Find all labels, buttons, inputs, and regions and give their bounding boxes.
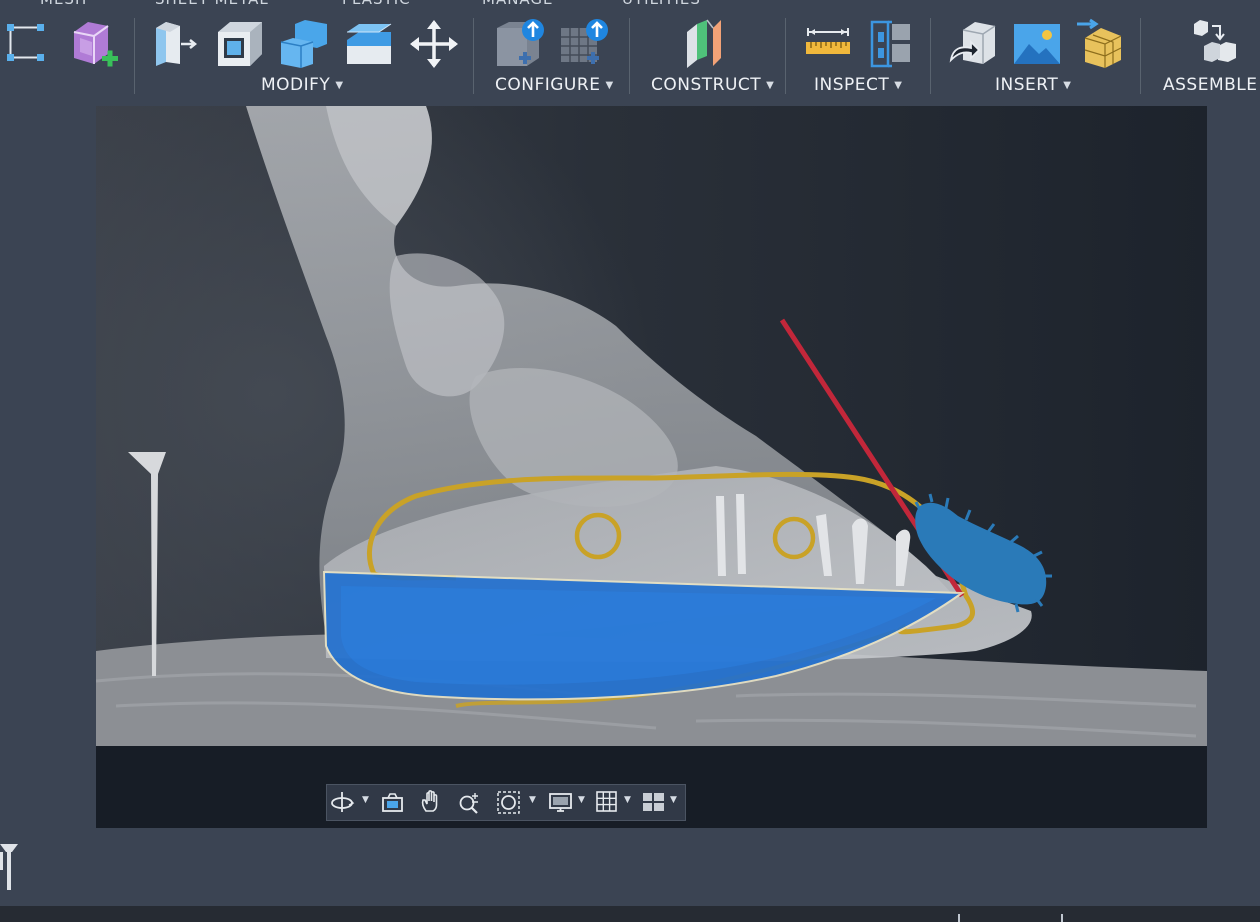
orbit-icon[interactable]: [329, 789, 356, 815]
toolbar-separator: [473, 18, 474, 94]
measure-icon[interactable]: [802, 18, 854, 70]
status-divider: [1061, 914, 1063, 922]
toolbar-separator: [134, 18, 135, 94]
display-settings-icon[interactable]: [547, 789, 574, 815]
zoom-icon[interactable]: [456, 789, 483, 815]
canvas-image-icon[interactable]: [1011, 18, 1063, 70]
chevron-down-icon: ▼: [605, 80, 614, 91]
timeline-panel: [0, 828, 1260, 906]
construct-label: CONSTRUCT: [651, 75, 762, 95]
toolbar-separator: [930, 18, 931, 94]
insert-derive-icon[interactable]: [947, 18, 999, 70]
display-dropdown-caret[interactable]: ▼: [578, 795, 588, 809]
construct-menu[interactable]: CONSTRUCT ▼: [651, 75, 774, 97]
look-at-icon[interactable]: [379, 789, 406, 815]
sketch-dimension-icon[interactable]: [3, 18, 55, 70]
tab-mesh[interactable]: MESH: [40, 0, 87, 8]
tab-sheet-metal[interactable]: SHEET METAL: [155, 0, 269, 8]
chevron-down-icon: ▼: [335, 80, 344, 91]
combine-icon[interactable]: [279, 18, 331, 70]
insert-label: INSERT: [995, 75, 1059, 95]
section-analysis-icon[interactable]: [866, 18, 918, 70]
viewports-dropdown-caret[interactable]: ▼: [670, 795, 680, 809]
configure-grid-icon[interactable]: [559, 18, 611, 70]
pan-icon[interactable]: [418, 789, 445, 815]
grid-settings-icon[interactable]: [593, 789, 620, 815]
status-bar: [0, 906, 1260, 922]
toolbar-separator: [785, 18, 786, 94]
configure-label: CONFIGURE: [495, 75, 601, 95]
modify-menu[interactable]: MODIFY ▼: [261, 75, 344, 97]
chevron-down-icon: ▼: [766, 80, 775, 91]
xray-canvas-image: [96, 106, 1207, 828]
viewport-canvas[interactable]: [96, 106, 1207, 828]
chevron-down-icon: ▼: [1063, 80, 1072, 91]
grid-dropdown-caret[interactable]: ▼: [624, 795, 634, 809]
timeline-marker[interactable]: [0, 842, 18, 892]
configure-table-icon[interactable]: [495, 18, 547, 70]
orbit-dropdown-caret[interactable]: ▼: [362, 795, 372, 809]
assemble-joint-icon[interactable]: [1190, 18, 1242, 70]
offset-face-icon[interactable]: [343, 18, 395, 70]
assemble-menu[interactable]: ASSEMBLE: [1163, 75, 1258, 97]
inspect-label: INSPECT: [814, 75, 890, 95]
shell-icon[interactable]: [214, 18, 266, 70]
toolbar-separator: [1140, 18, 1141, 94]
tab-manage[interactable]: MANAGE: [482, 0, 554, 8]
construct-plane-icon[interactable]: [683, 18, 735, 70]
navigation-bar: ▼ ▼ ▼ ▼ ▼: [326, 784, 686, 821]
viewports-icon[interactable]: [640, 789, 667, 815]
toolbar-separator: [629, 18, 630, 94]
modify-label: MODIFY: [261, 75, 331, 95]
move-copy-icon[interactable]: [408, 18, 460, 70]
fit-dropdown-caret[interactable]: ▼: [529, 795, 539, 809]
tab-plastic[interactable]: PLASTIC: [342, 0, 411, 8]
status-divider: [958, 914, 960, 922]
assemble-label: ASSEMBLE: [1163, 75, 1258, 95]
toolbar: MESH SHEET METAL PLASTIC MANAGE UTILITIE…: [0, 0, 1260, 106]
insert-mesh-icon[interactable]: [1075, 18, 1127, 70]
tab-utilities[interactable]: UTILITIES: [622, 0, 701, 8]
configure-menu[interactable]: CONFIGURE ▼: [495, 75, 614, 97]
fit-icon[interactable]: [495, 789, 522, 815]
insert-menu[interactable]: INSERT ▼: [995, 75, 1071, 97]
inspect-menu[interactable]: INSPECT ▼: [814, 75, 902, 97]
form-add-icon[interactable]: [68, 18, 120, 70]
press-pull-icon[interactable]: [150, 18, 202, 70]
chevron-down-icon: ▼: [894, 80, 903, 91]
